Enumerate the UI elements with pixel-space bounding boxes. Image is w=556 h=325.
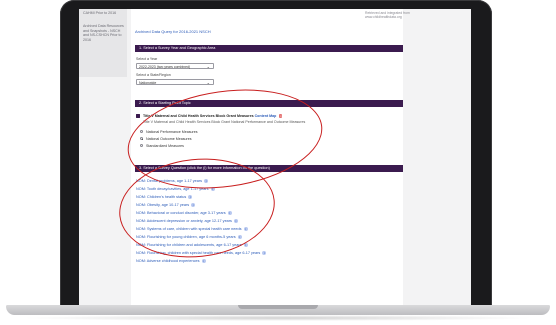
sidebar-link-cahmi-prior[interactable]: CAHMI Prior to 2016: [83, 11, 125, 16]
question-text: NOM: Adverse childhood experiences: [136, 259, 200, 263]
sidebar-link-archived-data[interactable]: Archived Data Resources and Snapshots - …: [83, 24, 125, 42]
source-note-line2: www.childhealthdata.org: [365, 15, 402, 20]
sidebar: CAHMI Prior to 2016 Archived Data Resour…: [79, 9, 127, 77]
section1-header: 1. Select a Survey Year and Geographic A…: [135, 45, 403, 52]
laptop-shadow: [20, 315, 536, 321]
question-link[interactable]: NOM: Adverse childhood experiences i: [136, 259, 206, 263]
state-label: Select a State/Region: [136, 73, 171, 77]
year-select[interactable]: 2022-2023 (two years combined) ⌄: [136, 63, 214, 69]
year-label: Select a Year: [136, 57, 158, 61]
topic-checkbox[interactable]: [136, 114, 140, 118]
year-select-value: 2022-2023 (two years combined): [139, 65, 191, 69]
info-icon[interactable]: i: [262, 251, 267, 255]
archived-query-link[interactable]: Archived Data Query for 2016-2021 NSCH: [135, 29, 211, 34]
chevron-down-icon: ⌄: [206, 80, 210, 85]
source-note: Retrieved and integrated from www.childh…: [365, 11, 425, 20]
chevron-down-icon: ⌄: [206, 64, 210, 69]
info-icon[interactable]: i: [201, 259, 206, 263]
state-select[interactable]: Nationwide ⌄: [136, 79, 214, 85]
laptop-notch: [238, 305, 318, 309]
state-select-value: Nationwide: [139, 81, 157, 85]
laptop-screen: CAHMI Prior to 2016 Archived Data Resour…: [79, 9, 471, 305]
